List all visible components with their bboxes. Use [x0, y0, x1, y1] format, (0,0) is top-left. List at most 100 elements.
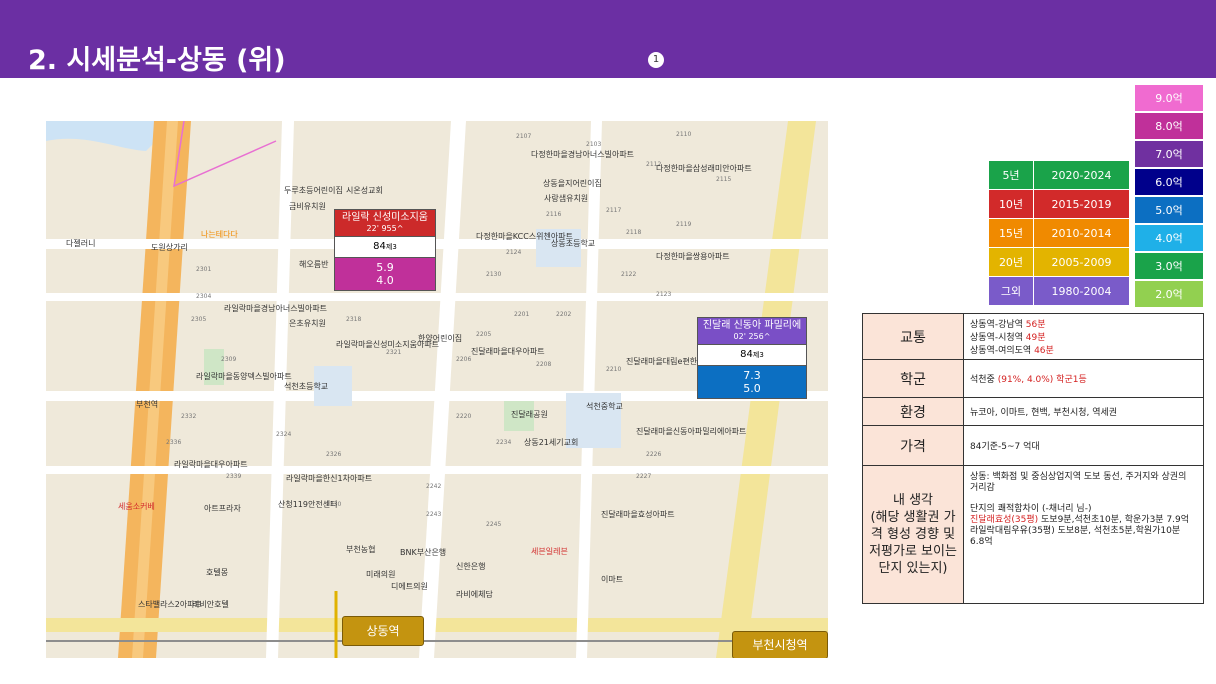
label-traffic: 교통	[862, 313, 964, 360]
block-number: 2130	[486, 271, 502, 278]
legend-age-label: 20년	[988, 247, 1034, 277]
map-place-label[interactable]: 다정한마을경남아너스빌아파트	[531, 149, 634, 160]
legend-price-5: 5.0억	[1134, 196, 1204, 224]
legend-age-row: 그외 1980-2004	[988, 276, 1130, 306]
block-number: 2208	[536, 361, 552, 368]
map-place-label[interactable]: 한양어린이집	[418, 333, 462, 344]
price-legend: 9.0억 8.0억 7.0억 6.0억 5.0억 4.0억 3.0억 2.0억	[1134, 84, 1204, 308]
legend-age-label: 그외	[988, 276, 1034, 306]
map-place-label[interactable]: 다정한마을쌍용아파트	[656, 251, 730, 262]
station-bucheon-cityhall[interactable]: 부천시청역	[732, 631, 828, 658]
block-number: 2122	[621, 271, 637, 278]
block-number: 2301	[196, 266, 212, 273]
map-place-label[interactable]: 상동을지어린이집	[543, 178, 602, 189]
callout-name: 라일락 신성미소지움	[342, 212, 428, 223]
map-place-label[interactable]: 시온성교회	[346, 185, 383, 196]
map-place-label[interactable]: 리비안호텔	[192, 599, 229, 610]
map-place-label[interactable]: 도원상가리	[151, 242, 188, 253]
block-number: 2318	[346, 316, 362, 323]
map-place-label[interactable]: 산청119안전센터	[278, 499, 337, 510]
callout-header: 라일락 신성미소지움 22' 955^	[335, 210, 435, 236]
map-place-label[interactable]: 다정한마을KCC스위첸아파트	[476, 231, 573, 242]
block-number: 2110	[676, 131, 692, 138]
map-place-label[interactable]: 석천중학교	[586, 401, 623, 412]
map-place-label[interactable]: 진달래마을신동아파밀리에아파트	[636, 426, 746, 437]
legend-age-row: 5년 2020-2024	[988, 160, 1130, 190]
map-place-label[interactable]: 호텔몽	[206, 567, 228, 578]
row-traffic: 교통 상동역-강남역 56분 상동역-시청역 49분 상동역-여의도역 46분	[862, 313, 1204, 360]
block-number: 2226	[646, 451, 662, 458]
map-place-label[interactable]: 사랑샘유치원	[544, 193, 588, 204]
map-place-label[interactable]: 라일락마을대우아파트	[174, 459, 248, 470]
map-place-label[interactable]: 라비에체담	[456, 589, 493, 600]
block-number: 2123	[656, 291, 672, 298]
row-opinion: 내 생각 (해당 생활권 가격 형성 경향 및 저평가로 보이는 단지 있는지)…	[862, 465, 1204, 604]
map-place-label[interactable]: 라일락마을한신1차아파트	[286, 473, 372, 484]
callout-sub: 22' 955^	[366, 224, 404, 233]
map-place-label[interactable]: 해오름반	[299, 259, 328, 270]
block-number: 2332	[181, 413, 197, 420]
value-environment: 뉴코아, 이마트, 현백, 부천시청, 역세권	[963, 397, 1204, 426]
station-sangdong[interactable]: 상동역	[342, 616, 424, 646]
callout-name: 진달래 신동아 파밀리에	[702, 320, 802, 331]
block-number: 2304	[196, 293, 212, 300]
map-place-label[interactable]: 부천역	[136, 399, 158, 410]
callout-price-low: 5.0	[743, 382, 761, 395]
block-number: 2119	[676, 221, 692, 228]
block-number: 2305	[191, 316, 207, 323]
map-place-label[interactable]: 은초유치원	[289, 318, 326, 329]
age-legend: 5년 2020-2024 10년 2015-2019 15년 2010-2014…	[988, 160, 1130, 306]
map-place-label[interactable]: 이마트	[601, 574, 623, 585]
legend-price-7: 7.0억	[1134, 140, 1204, 168]
map-place-label[interactable]: 세움소커베	[118, 501, 155, 512]
apartment-callout-jindallae-sindonga[interactable]: 진달래 신동아 파밀리에 02' 256^ 84제3 7.3 5.0	[697, 317, 807, 399]
block-number: 2205	[476, 331, 492, 338]
map-place-label[interactable]: 진달래공원	[511, 409, 548, 420]
block-number: 2242	[426, 483, 442, 490]
apartment-callout-lilac-sinseong[interactable]: 라일락 신성미소지움 22' 955^ 84제3 5.9 4.0	[334, 209, 436, 291]
label-price: 가격	[862, 425, 964, 466]
legend-price-9: 9.0억	[1134, 84, 1204, 112]
block-number: 2115	[716, 176, 732, 183]
legend-age-row: 15년 2010-2014	[988, 218, 1130, 248]
block-number: 2118	[626, 229, 642, 236]
analysis-table: 교통 상동역-강남역 56분 상동역-시청역 49분 상동역-여의도역 46분 …	[862, 313, 1204, 604]
block-number: 2117	[606, 207, 622, 214]
map-place-label[interactable]: 세븐일레븐	[531, 546, 568, 557]
map-view[interactable]: 2107 2103 2110 2112 2115 2116 2117 2118 …	[46, 121, 828, 658]
legend-age-row: 10년 2015-2019	[988, 189, 1130, 219]
legend-price-2: 2.0억	[1134, 280, 1204, 308]
block-number: 2321	[386, 349, 402, 356]
label-school: 학군	[862, 359, 964, 398]
map-place-label[interactable]: 다젤러니	[66, 238, 95, 249]
block-number: 2234	[496, 439, 512, 446]
callout-price-high: 5.9	[376, 261, 394, 274]
map-place-label[interactable]: 라일락마을경남아너스빌아파트	[224, 303, 327, 314]
block-number: 2202	[556, 311, 572, 318]
map-place-label[interactable]: 두루초등어린이집	[284, 185, 343, 196]
map-place-label[interactable]: 신한은행	[456, 561, 485, 572]
block-number: 2243	[426, 511, 442, 518]
row-price: 가격 84기준-5~7 억대	[862, 425, 1204, 466]
block-number: 2124	[506, 249, 522, 256]
map-place-label[interactable]: 진달래마을대우아파트	[471, 346, 545, 357]
callout-header: 진달래 신동아 파밀리에 02' 256^	[698, 318, 806, 344]
map-place-label[interactable]: 상동21세기교회	[524, 437, 578, 448]
map-place-label[interactable]: BNK부산은행	[400, 547, 446, 558]
map-place-label[interactable]: 다정한마을삼성래미안아파트	[656, 163, 752, 174]
map-place-label[interactable]: 미래의원	[366, 569, 395, 580]
callout-sub: 02' 256^	[733, 332, 771, 341]
map-place-label[interactable]: 진달래마을효성아파트	[601, 509, 675, 520]
legend-age-years: 2010-2014	[1033, 218, 1130, 248]
map-place-label[interactable]: 라일락마을동양덱스빌아파트	[196, 371, 292, 382]
callout-prices: 7.3 5.0	[698, 366, 806, 398]
map-place-label[interactable]: 부천농협	[346, 544, 375, 555]
legend-age-row: 20년 2005-2009	[988, 247, 1130, 277]
block-number: 2107	[516, 133, 532, 140]
block-number: 2210	[606, 366, 622, 373]
map-place-label[interactable]: 나는테다다	[201, 229, 238, 240]
map-place-label[interactable]: 금비유치원	[289, 201, 326, 212]
map-place-label[interactable]: 디에트의원	[391, 581, 428, 592]
map-place-label[interactable]: 아트프라자	[204, 503, 241, 514]
map-place-label[interactable]: 석천초등학교	[284, 381, 328, 392]
